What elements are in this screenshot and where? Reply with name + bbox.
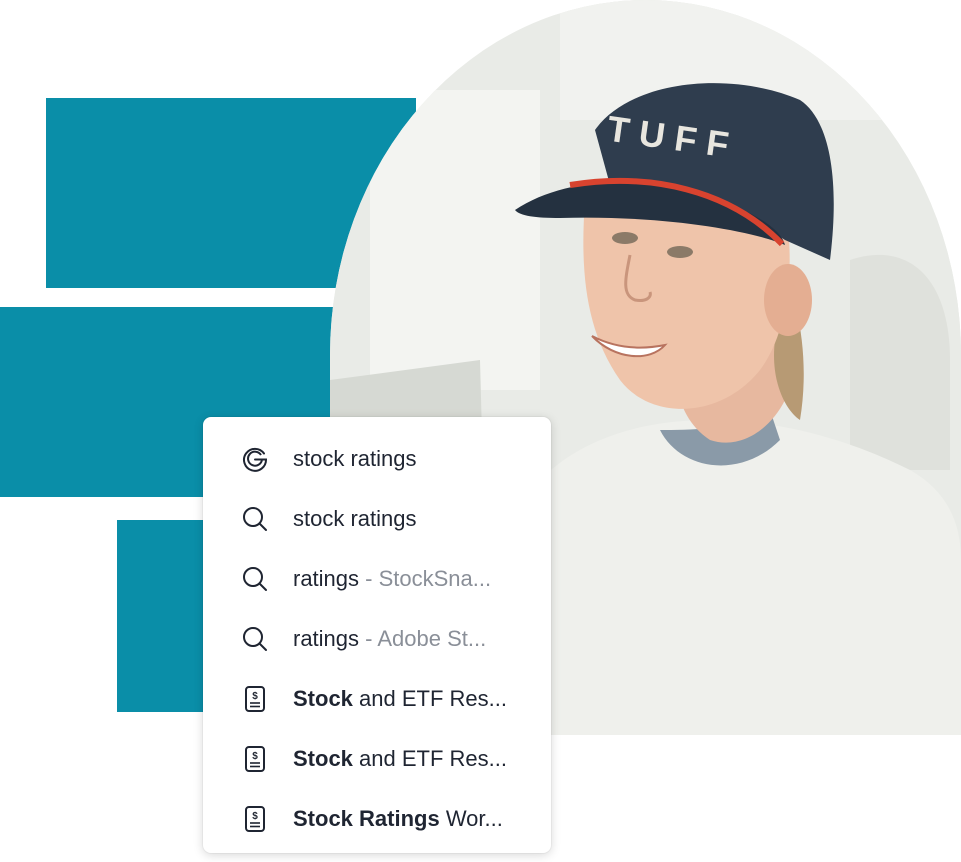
suggestion-row[interactable]: $ Stock Ratings Wor... bbox=[203, 789, 551, 849]
document-dollar-icon: $ bbox=[240, 744, 270, 774]
suggestion-row[interactable]: ratings - Adobe St... bbox=[203, 609, 551, 669]
svg-text:$: $ bbox=[252, 751, 258, 762]
suggestion-label: Stock and ETF Res... bbox=[293, 686, 507, 711]
search-icon bbox=[240, 504, 270, 534]
document-dollar-icon: $ bbox=[240, 684, 270, 714]
suggestion-row[interactable]: ratings - StockSna... bbox=[203, 549, 551, 609]
suggestion-label: stock ratings bbox=[293, 506, 417, 531]
suggestion-label: stock ratings bbox=[293, 446, 417, 471]
svg-text:$: $ bbox=[252, 691, 258, 702]
search-icon bbox=[240, 564, 270, 594]
suggestion-label: ratings - Adobe St... bbox=[293, 626, 487, 651]
search-icon bbox=[240, 624, 270, 654]
svg-text:$: $ bbox=[252, 811, 258, 822]
suggestion-row[interactable]: stock ratings bbox=[203, 489, 551, 549]
suggestion-label: Stock Ratings Wor... bbox=[293, 806, 503, 831]
suggestion-row[interactable]: $ Stock and ETF Res... bbox=[203, 729, 551, 789]
suggestion-label: Stock and ETF Res... bbox=[293, 746, 507, 771]
google-icon bbox=[240, 444, 270, 474]
suggestion-label: ratings - StockSna... bbox=[293, 566, 492, 591]
suggestion-row[interactable]: $ Stock and ETF Res... bbox=[203, 669, 551, 729]
search-suggestions-dropdown: stock ratings stock ratings ratings - St… bbox=[203, 417, 551, 853]
document-dollar-icon: $ bbox=[240, 804, 270, 834]
suggestion-row[interactable]: stock ratings bbox=[203, 429, 551, 489]
